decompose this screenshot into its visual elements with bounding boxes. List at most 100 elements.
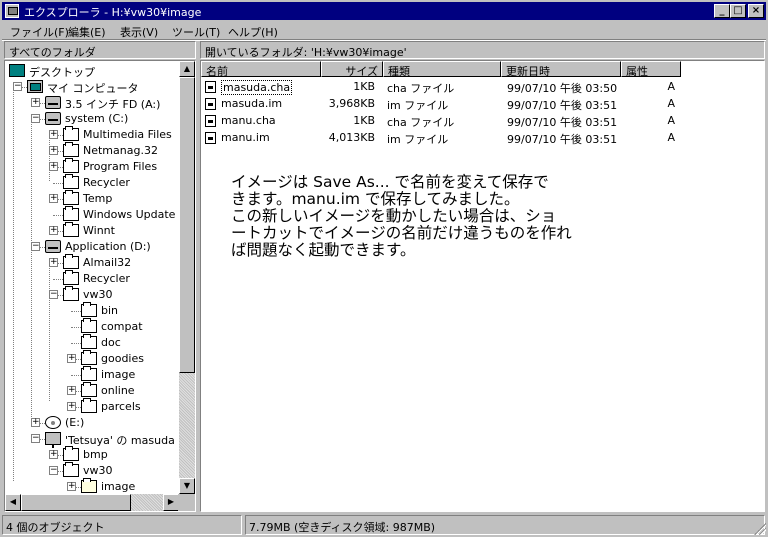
file-attributes: A — [667, 131, 675, 144]
expand-icon[interactable]: + — [49, 258, 58, 267]
folder-icon — [63, 190, 79, 205]
tree-item-label: goodies — [101, 352, 144, 365]
folder-tree[interactable]: デスクトップ − マイ コンピュータ +3.5 インチ FD (A:) − system … — [4, 60, 196, 512]
note-line: ートカットでイメージの名前だけ違うものを作れ — [231, 224, 572, 242]
expand-icon[interactable]: + — [49, 162, 58, 171]
tree-connector — [49, 133, 50, 181]
expand-icon[interactable]: + — [67, 402, 76, 411]
desktop-icon — [9, 64, 25, 77]
floppy-drive-icon — [45, 96, 61, 109]
file-name: manu.im — [221, 131, 270, 144]
menu-tools[interactable]: ツール(T) — [172, 24, 220, 40]
tree-item-label: Windows Update S — [83, 208, 186, 221]
title-bar[interactable]: エクスプローラ - H:¥vw30¥image _ □ × — [2, 2, 766, 20]
collapse-icon[interactable]: − — [13, 82, 22, 91]
menu-help[interactable]: ヘルプ(H) — [228, 24, 278, 40]
file-size: 4,013KB — [328, 131, 375, 144]
tree-hscroll-thumb[interactable] — [21, 494, 131, 511]
menu-view[interactable]: 表示(V) — [120, 24, 158, 40]
tree-pane-header: すべてのフォルダ — [4, 41, 196, 59]
expand-icon[interactable]: + — [67, 482, 76, 491]
collapse-icon[interactable]: − — [31, 114, 40, 123]
column-size[interactable]: サイズ — [321, 61, 383, 78]
menu-edit[interactable]: 編集(E) — [68, 24, 106, 40]
scroll-up-button[interactable]: ▲ — [179, 61, 195, 77]
collapse-icon[interactable]: − — [31, 242, 40, 251]
scrollbar-corner — [178, 494, 195, 511]
expand-icon[interactable]: + — [31, 418, 40, 427]
folder-icon — [63, 222, 79, 237]
tree-item-label: vw30 — [83, 464, 113, 477]
tree-item-label: デスクトップ — [29, 66, 95, 79]
tree-connector — [53, 279, 63, 280]
tree-item-label: Almail32 — [83, 256, 132, 269]
collapse-icon[interactable]: − — [49, 466, 58, 475]
expand-icon[interactable]: + — [49, 194, 58, 203]
file-attributes: A — [667, 80, 675, 93]
tree-horizontal-scrollbar[interactable]: ◀ ▶ — [5, 494, 179, 511]
folder-icon — [63, 158, 79, 173]
file-row[interactable]: masuda.im 3,968KB im ファイル 99/07/10 午後 03:51… — [201, 96, 681, 112]
column-name[interactable]: 名前 — [201, 61, 321, 78]
close-button[interactable]: × — [748, 4, 764, 18]
file-icon — [205, 81, 216, 93]
expand-icon[interactable]: + — [31, 98, 40, 107]
open-folder-icon — [81, 478, 97, 493]
tree-item-label: image — [101, 480, 136, 493]
expand-icon[interactable]: + — [49, 450, 58, 459]
explorer-window: エクスプローラ - H:¥vw30¥image _ □ × ファイル(F) 編集… — [0, 0, 768, 537]
tree-item-label: compat — [101, 320, 143, 333]
folder-icon — [81, 318, 97, 333]
resize-grip[interactable] — [754, 523, 766, 535]
file-row[interactable]: manu.im 4,013KB im ファイル 99/07/10 午後 03:51 A — [201, 130, 681, 146]
file-type: cha ファイル — [387, 82, 455, 95]
folder-icon — [81, 398, 97, 413]
tree-connector — [71, 327, 81, 328]
column-modified[interactable]: 更新日時 — [501, 61, 621, 78]
explorer-app-icon[interactable] — [5, 4, 19, 18]
tree-vertical-scrollbar[interactable]: ▲ ▼ — [179, 61, 195, 494]
status-object-count: 4 個のオブジェクト — [2, 515, 242, 535]
folder-icon — [63, 206, 79, 221]
file-row[interactable]: manu.cha 1KB cha ファイル 99/07/10 午後 03:51 A — [201, 113, 681, 129]
expand-icon[interactable]: + — [67, 386, 76, 395]
file-icon — [205, 98, 216, 110]
status-disk-size: 7.79MB (空きディスク領域: 987MB) — [245, 515, 765, 535]
minimize-button[interactable]: _ — [714, 4, 730, 18]
expand-icon[interactable]: + — [49, 130, 58, 139]
hard-drive-icon — [45, 112, 61, 125]
tree-item-label: image — [101, 368, 136, 381]
column-type[interactable]: 種類 — [383, 61, 501, 78]
tree-item-label: doc — [101, 336, 121, 349]
tree-connector — [31, 117, 32, 423]
note-line: イメージは Save As... で名前を変えて保存で — [231, 173, 549, 191]
file-type: im ファイル — [387, 133, 449, 146]
expand-icon[interactable]: + — [49, 226, 58, 235]
tree-item-label: (E:) — [65, 416, 85, 429]
maximize-button[interactable]: □ — [730, 4, 746, 18]
tree-item-label: Winnt — [83, 224, 115, 237]
file-modified: 99/07/10 午後 03:51 — [507, 99, 618, 112]
tree-item-label: online — [101, 384, 135, 397]
menu-file[interactable]: ファイル(F) — [10, 24, 69, 40]
scroll-right-button[interactable]: ▶ — [163, 494, 179, 511]
scroll-left-button[interactable]: ◀ — [5, 494, 21, 511]
folder-icon — [81, 350, 97, 365]
expand-icon[interactable]: + — [49, 146, 58, 155]
status-bar: 4 個のオブジェクト 7.79MB (空きディスク領域: 987MB) — [0, 513, 768, 537]
tree-item-label: 'Tetsuya' の masuda ( — [65, 434, 183, 447]
collapse-icon[interactable]: − — [49, 290, 58, 299]
collapse-icon[interactable]: − — [31, 434, 40, 443]
scroll-down-button[interactable]: ▼ — [179, 478, 195, 494]
tree-connector — [13, 85, 14, 481]
tree-connector — [49, 261, 50, 401]
tree-item-label: マイ コンピュータ — [47, 82, 139, 95]
file-list[interactable]: 名前 サイズ 種類 更新日時 属性 masuda.cha 1KB cha ファイル 9… — [200, 60, 765, 512]
file-row[interactable]: masuda.cha 1KB cha ファイル 99/07/10 午後 03:50 A — [201, 79, 681, 95]
column-attributes[interactable]: 属性 — [621, 61, 681, 78]
expand-icon[interactable]: + — [67, 354, 76, 363]
file-attributes: A — [667, 114, 675, 127]
tree-item-label: Multimedia Files — [83, 128, 172, 141]
tree-scroll-thumb[interactable] — [179, 77, 195, 373]
folder-icon — [63, 254, 79, 269]
